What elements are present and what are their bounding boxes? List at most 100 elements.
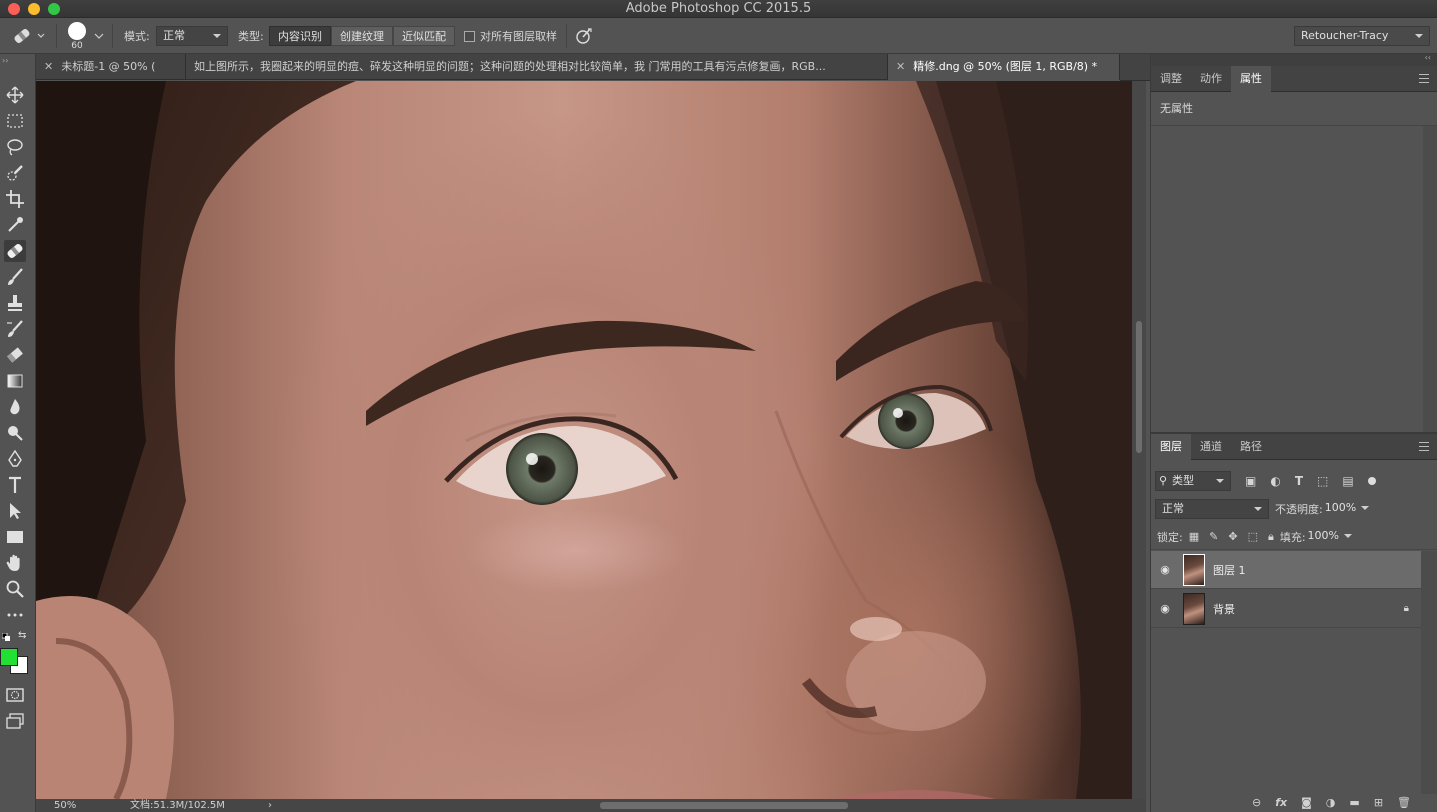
lock-position-icon[interactable]: ✥: [1228, 530, 1237, 543]
layer-thumbnail[interactable]: [1183, 592, 1205, 625]
tab-adjustments[interactable]: 调整: [1151, 66, 1191, 92]
brush-size-value: 60: [71, 40, 83, 51]
tab-layers[interactable]: 图层: [1151, 434, 1191, 460]
brush-tool-icon[interactable]: [4, 266, 26, 288]
pen-tool-icon[interactable]: [4, 448, 26, 470]
quick-selection-tool-icon[interactable]: [4, 162, 26, 184]
vertical-scrollbar-thumb[interactable]: [1136, 321, 1142, 453]
sample-all-layers-label: 对所有图层取样: [480, 30, 557, 43]
path-selection-tool-icon[interactable]: [4, 500, 26, 522]
panel-expand-icon[interactable]: ‹‹: [1425, 53, 1431, 62]
default-colors-icon[interactable]: [1, 631, 10, 641]
tools-panel: ›› ⇆: [0, 54, 36, 812]
fill-field[interactable]: 100%: [1306, 527, 1358, 547]
link-layers-icon[interactable]: ⊖: [1252, 796, 1261, 809]
close-window-button[interactable]: [8, 3, 20, 15]
healing-brush-tool-icon[interactable]: [4, 240, 26, 262]
lock-artboard-icon[interactable]: ⬚: [1248, 530, 1258, 543]
panel-menu-icon[interactable]: [1419, 442, 1429, 451]
clone-stamp-tool-icon[interactable]: [4, 292, 26, 314]
content-aware-button[interactable]: 内容识别: [269, 26, 331, 46]
properties-empty-message: 无属性: [1151, 92, 1437, 126]
move-tool-icon[interactable]: [4, 84, 26, 106]
proximity-match-button[interactable]: 近似匹配: [393, 26, 455, 46]
checkbox-box[interactable]: [464, 30, 475, 42]
zoom-tool-icon[interactable]: [4, 578, 26, 600]
filter-adjustment-icon[interactable]: ◐: [1270, 474, 1280, 488]
new-layer-icon[interactable]: ⊞: [1374, 796, 1383, 809]
tab-active-document[interactable]: ✕ 精修.dng @ 50% (图层 1, RGB/8) *: [888, 54, 1120, 80]
zoom-level[interactable]: 50%: [54, 799, 76, 812]
blend-mode-select[interactable]: 正常: [1155, 499, 1269, 519]
horizontal-scrollbar-thumb[interactable]: [600, 802, 848, 809]
foreground-color-swatch[interactable]: [0, 648, 18, 666]
screen-mode-icon[interactable]: [4, 710, 26, 732]
mode-select[interactable]: 正常: [156, 26, 228, 46]
fill-label: 填充:: [1279, 530, 1306, 544]
blur-tool-icon[interactable]: [4, 396, 26, 418]
document-canvas[interactable]: [36, 81, 1132, 799]
status-menu-arrow-icon[interactable]: ›: [268, 799, 272, 812]
tab-paths[interactable]: 路径: [1231, 434, 1271, 460]
mode-label: 模式:: [124, 30, 150, 43]
pressure-brush-icon[interactable]: [574, 26, 594, 46]
layer-row-layer1[interactable]: ◉ 图层 1: [1151, 551, 1421, 589]
add-mask-icon[interactable]: ◙: [1301, 796, 1312, 809]
lasso-tool-icon[interactable]: [4, 136, 26, 158]
panel-menu-icon[interactable]: [1419, 74, 1429, 83]
rectangle-tool-icon[interactable]: [4, 526, 26, 548]
panel-collapse-icon[interactable]: ››: [2, 56, 8, 65]
eye-visibility-icon[interactable]: ◉: [1151, 563, 1179, 576]
vertical-scrollbar[interactable]: [1132, 81, 1146, 799]
close-tab-icon[interactable]: ✕: [896, 60, 905, 73]
tab-untitled[interactable]: ✕ 未标题-1 @ 50% (: [36, 54, 186, 80]
crop-tool-icon[interactable]: [4, 188, 26, 210]
delete-layer-icon[interactable]: 🗑︎: [1397, 796, 1411, 809]
tab-channels[interactable]: 通道: [1191, 434, 1231, 460]
layer-effects-icon[interactable]: fx: [1275, 796, 1287, 809]
marquee-tool-icon[interactable]: [4, 110, 26, 132]
gradient-tool-icon[interactable]: [4, 370, 26, 392]
lock-transparent-icon[interactable]: ▦: [1189, 530, 1199, 543]
dodge-tool-icon[interactable]: [4, 422, 26, 444]
tool-preset-picker[interactable]: [12, 18, 46, 54]
filter-shape-icon[interactable]: ⬚: [1317, 474, 1328, 488]
document-tabs: ✕ 未标题-1 @ 50% ( 如上图所示，我圈起来的明显的痘、碎发这种明显的问题…: [36, 54, 1120, 80]
layer-row-background[interactable]: ◉ 背景 🔒︎: [1151, 590, 1421, 628]
eye-visibility-icon[interactable]: ◉: [1151, 602, 1179, 615]
lock-pixels-icon[interactable]: ✎: [1209, 530, 1218, 543]
eraser-tool-icon[interactable]: [4, 344, 26, 366]
sample-all-layers-checkbox[interactable]: 对所有图层取样: [464, 18, 557, 54]
workspace-select[interactable]: Retoucher-Tracy: [1294, 26, 1430, 46]
tab-properties[interactable]: 属性: [1231, 66, 1271, 92]
filter-smart-object-icon[interactable]: ▤: [1342, 474, 1353, 488]
quick-mask-icon[interactable]: [4, 684, 26, 706]
maximize-window-button[interactable]: [48, 3, 60, 15]
layer-filter-select[interactable]: ⚲ 类型: [1155, 471, 1231, 491]
adjustment-layer-icon[interactable]: ◑: [1326, 796, 1336, 809]
layer-name: 背景: [1213, 602, 1235, 616]
history-brush-tool-icon[interactable]: [4, 318, 26, 340]
chevron-down-icon[interactable]: [94, 31, 104, 41]
more-tools-icon[interactable]: [4, 604, 26, 626]
hand-tool-icon[interactable]: [4, 552, 26, 574]
eyedropper-tool-icon[interactable]: [4, 214, 26, 236]
minimize-window-button[interactable]: [28, 3, 40, 15]
tab-actions[interactable]: 动作: [1191, 66, 1231, 92]
type-label: 类型:: [238, 30, 264, 43]
filter-type-icon[interactable]: T: [1295, 474, 1303, 488]
type-tool-icon[interactable]: [4, 474, 26, 496]
layers-scrollbar[interactable]: [1421, 551, 1437, 794]
create-texture-button[interactable]: 创建纹理: [331, 26, 393, 46]
properties-scrollbar[interactable]: [1423, 126, 1437, 432]
lock-all-icon[interactable]: 🔒︎: [1268, 530, 1274, 544]
brush-size-picker[interactable]: 60: [68, 18, 86, 54]
filter-toggle-icon[interactable]: [1367, 477, 1376, 485]
close-tab-icon[interactable]: ✕: [44, 60, 53, 73]
swap-colors-icon[interactable]: ⇆: [18, 630, 26, 641]
new-group-icon[interactable]: ▬: [1349, 796, 1359, 809]
tab-article-note[interactable]: 如上图所示，我圈起来的明显的痘、碎发这种明显的问题；这种问题的处理相对比较简单，…: [186, 54, 888, 80]
filter-pixel-icon[interactable]: ▣: [1245, 474, 1256, 488]
opacity-field[interactable]: 100%: [1323, 499, 1375, 519]
layer-thumbnail[interactable]: [1183, 553, 1205, 586]
